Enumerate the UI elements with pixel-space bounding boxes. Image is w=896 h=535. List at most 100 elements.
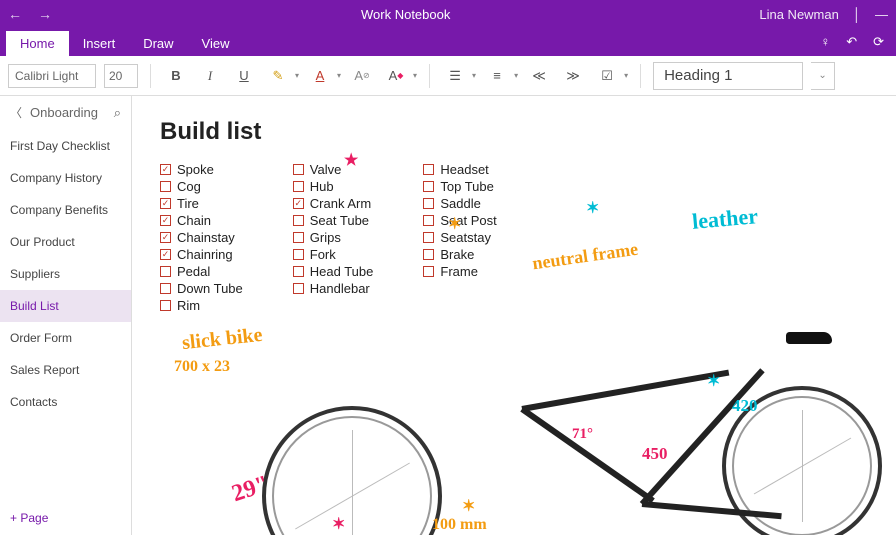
checkbox-icon[interactable] [423,249,434,260]
todo-button[interactable]: ☑ [594,63,620,89]
checklist-label: Hub [310,179,334,194]
checklist-item[interactable]: Saddle [423,196,496,211]
outdent-button[interactable]: ≪ [526,63,552,89]
checklist-label: Chainring [177,247,233,262]
checklist-item[interactable]: Valve [293,162,374,177]
checkbox-icon[interactable] [423,232,434,243]
tab-insert[interactable]: Insert [69,31,130,56]
checklist-label: Pedal [177,264,210,279]
checkbox-icon[interactable] [293,283,304,294]
checkbox-icon[interactable]: ✓ [160,164,171,175]
checklist-item[interactable]: ✓Tire [160,196,243,211]
minimize-icon[interactable]: — [875,7,888,22]
checkbox-icon[interactable]: ✓ [160,215,171,226]
checklist-item[interactable]: ✓Spoke [160,162,243,177]
checkbox-icon[interactable] [293,215,304,226]
highlight-button[interactable]: ✎ [265,63,291,89]
sidebar-item[interactable]: Build List [0,290,131,322]
checkbox-icon[interactable] [423,215,434,226]
checklist-item[interactable]: Top Tube [423,179,496,194]
format-painter-button[interactable]: A◆ [383,63,409,89]
checklist-item[interactable]: Seat Tube [293,213,374,228]
checklist-label: Top Tube [440,179,494,194]
page-canvas[interactable]: Build list ✓SpokeCog✓Tire✓Chain✓Chainsta… [132,96,896,535]
font-color-button[interactable]: A [307,63,333,89]
italic-button[interactable]: I [197,63,223,89]
checkbox-icon[interactable]: ✓ [160,232,171,243]
sidebar-item[interactable]: Order Form [0,322,131,354]
sidebar-item[interactable]: Sales Report [0,354,131,386]
font-size-input[interactable] [104,64,138,88]
sidebar-item[interactable]: Company History [0,162,131,194]
sidebar-item[interactable]: Suppliers [0,258,131,290]
tab-home[interactable]: Home [6,31,69,56]
checklist-item[interactable]: Handlebar [293,281,374,296]
checklist-label: Chain [177,213,211,228]
checkbox-icon[interactable] [160,266,171,277]
checklist-label: Headset [440,162,488,177]
checkbox-icon[interactable] [423,164,434,175]
checkbox-icon[interactable] [293,181,304,192]
forward-icon[interactable]: → [38,6,52,22]
page-title[interactable]: Build list [160,118,868,146]
checklist-item[interactable]: ✓ Chainring [160,247,243,262]
checkbox-icon[interactable] [423,181,434,192]
bike-image [262,306,882,535]
user-name[interactable]: Lina Newman [759,7,839,22]
tab-draw[interactable]: Draw [129,31,187,56]
checkbox-icon[interactable] [160,300,171,311]
tab-view[interactable]: View [188,31,244,56]
bullets-button[interactable]: ☰ [442,63,468,89]
style-dropdown-icon[interactable]: ⌄ [811,62,835,90]
checkbox-icon[interactable] [293,164,304,175]
checklist-item[interactable]: Headset [423,162,496,177]
checklist-item[interactable]: Grips [293,230,374,245]
sidebar-item[interactable]: Our Product [0,226,131,258]
search-icon[interactable]: ⌕ [114,105,121,121]
clear-format-button[interactable]: A⊘ [349,63,375,89]
add-page-button[interactable]: + Page [0,501,131,535]
checkbox-icon[interactable] [160,283,171,294]
checklist-label: Crank Arm [310,196,371,211]
checklist-item[interactable]: Pedal [160,264,243,279]
checklist-item[interactable]: Frame [423,264,496,279]
checkbox-icon[interactable] [423,198,434,209]
undo-icon[interactable]: ↶ [846,34,857,50]
checklist-item[interactable]: Head Tube [293,264,374,279]
indent-button[interactable]: ≫ [560,63,586,89]
underline-button[interactable]: U [231,63,257,89]
separator [150,64,151,88]
checkbox-icon[interactable] [160,181,171,192]
checkbox-icon[interactable]: ✓ [293,198,304,209]
checklist-item[interactable]: Cog [160,179,243,194]
sidebar-item[interactable]: First Day Checklist [0,130,131,162]
checklist-item[interactable]: ✓ Crank Arm [293,196,374,211]
sync-icon[interactable]: ⟳ [873,34,884,50]
checklist-item[interactable]: Seat Post [423,213,496,228]
checkbox-icon[interactable] [423,266,434,277]
checkbox-icon[interactable] [293,266,304,277]
idea-icon[interactable]: ♀ [820,34,830,50]
checkbox-icon[interactable] [293,232,304,243]
back-icon[interactable]: ← [8,6,22,22]
checklist-item[interactable]: Brake [423,247,496,262]
sidebar-item[interactable]: Contacts [0,386,131,418]
checklist-item[interactable]: Hub [293,179,374,194]
sidebar-item[interactable]: Company Benefits [0,194,131,226]
bold-button[interactable]: B [163,63,189,89]
section-header[interactable]: 〈 Onboarding ⌕ [0,96,131,130]
checklist[interactable]: ✓SpokeCog✓Tire✓Chain✓Chainstay✓Chainring… [160,162,868,313]
checklist-item[interactable]: Rim [160,298,243,313]
style-selector[interactable]: Heading 1 [653,62,803,90]
checklist-item[interactable]: Down Tube [160,281,243,296]
font-name-input[interactable] [8,64,96,88]
checklist-item[interactable]: ✓ Chain [160,213,243,228]
checklist-item[interactable]: Fork [293,247,374,262]
checkbox-icon[interactable] [293,249,304,260]
checkbox-icon[interactable]: ✓ [160,249,171,260]
checklist-item[interactable]: Seatstay [423,230,496,245]
numbering-button[interactable]: ≡ [484,63,510,89]
checkbox-icon[interactable]: ✓ [160,198,171,209]
ribbon-tabs: Home Insert Draw View ♀ ↶ ⟳ [0,28,896,56]
checklist-item[interactable]: ✓Chainstay [160,230,243,245]
